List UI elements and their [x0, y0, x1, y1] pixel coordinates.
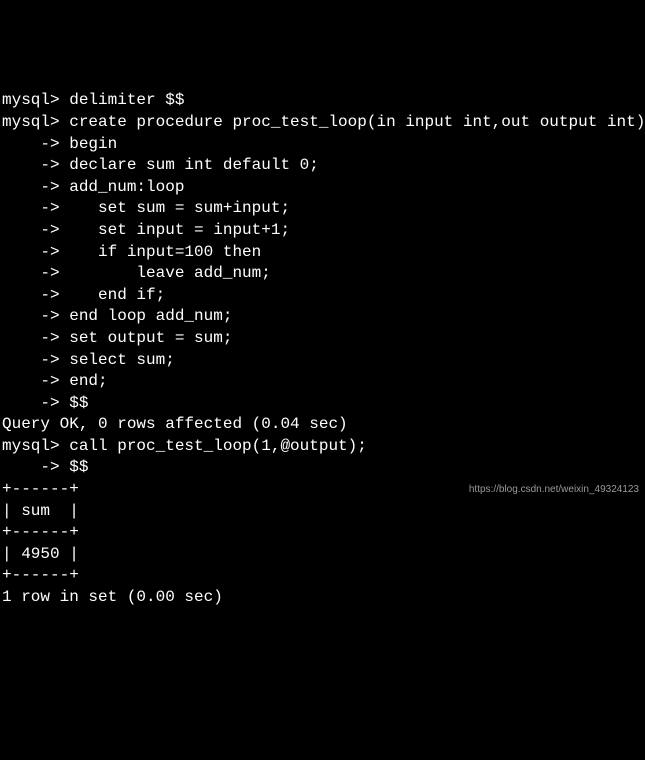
terminal-line: -> set input = input+1;	[2, 220, 643, 242]
terminal-line: +------+	[2, 522, 643, 544]
terminal-line: | 4950 |	[2, 544, 643, 566]
terminal-line: mysql> delimiter $$	[2, 90, 643, 112]
terminal-line: -> end;	[2, 371, 643, 393]
source-watermark: https://blog.csdn.net/weixin_49324123	[469, 483, 639, 497]
terminal-line: Query OK, 0 rows affected (0.04 sec)	[2, 414, 643, 436]
terminal-line: -> $$	[2, 457, 643, 479]
terminal-line: -> end if;	[2, 285, 643, 307]
terminal-line: -> $$	[2, 393, 643, 415]
terminal-line: -> leave add_num;	[2, 263, 643, 285]
terminal-line: -> end loop add_num;	[2, 306, 643, 328]
terminal-output: mysql> delimiter $$mysql> create procedu…	[2, 90, 643, 608]
terminal-line: -> select sum;	[2, 350, 643, 372]
terminal-line: -> set output = sum;	[2, 328, 643, 350]
terminal-line: -> add_num:loop	[2, 177, 643, 199]
terminal-line: +------+	[2, 565, 643, 587]
terminal-line: mysql> create procedure proc_test_loop(i…	[2, 112, 643, 134]
terminal-line: -> declare sum int default 0;	[2, 155, 643, 177]
terminal-line: -> if input=100 then	[2, 242, 643, 264]
terminal-line: -> begin	[2, 134, 643, 156]
terminal-line: mysql> call proc_test_loop(1,@output);	[2, 436, 643, 458]
terminal-line: | sum |	[2, 501, 643, 523]
terminal-line: -> set sum = sum+input;	[2, 198, 643, 220]
terminal-line: 1 row in set (0.00 sec)	[2, 587, 643, 609]
